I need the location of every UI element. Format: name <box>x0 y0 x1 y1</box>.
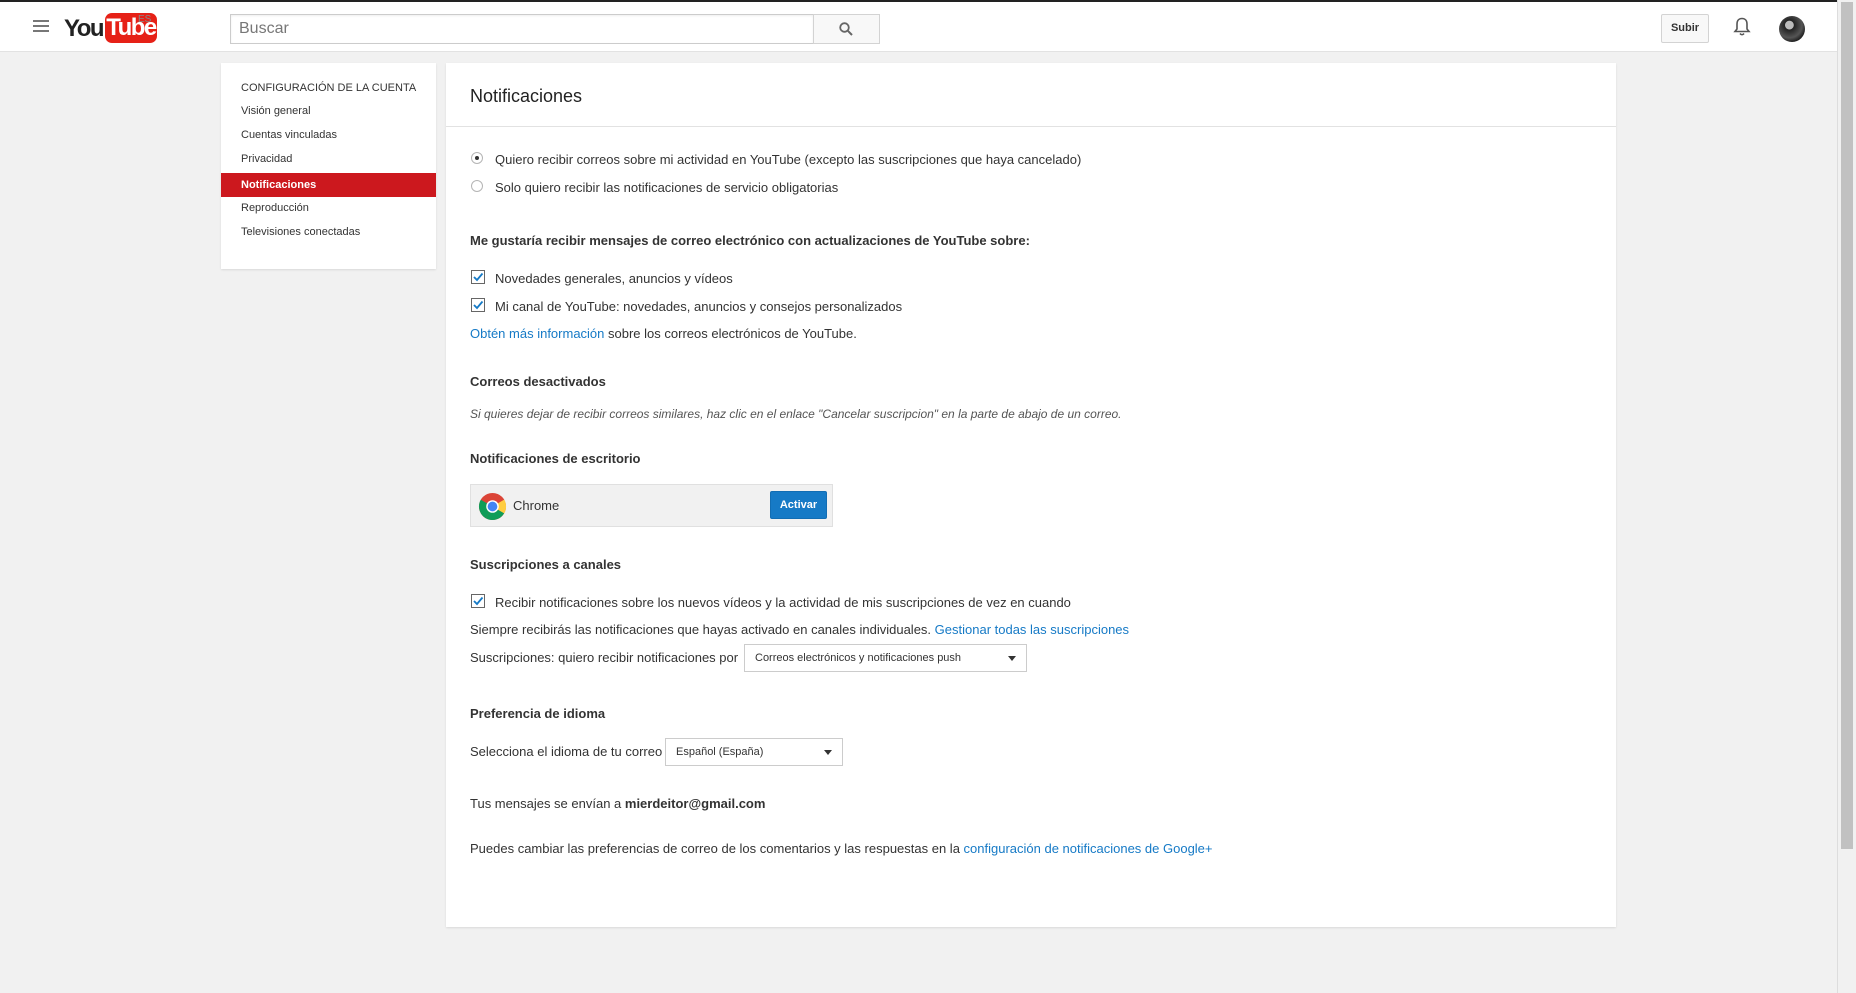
search-icon <box>839 22 853 36</box>
chevron-down-icon <box>824 750 832 755</box>
checkmark-icon <box>473 596 484 606</box>
logo-region: ES <box>138 14 152 25</box>
page-scrollbar[interactable] <box>1837 0 1856 993</box>
checkbox-my-channel[interactable] <box>471 298 485 312</box>
disabled-emails-heading: Correos desactivados <box>470 374 606 389</box>
subscriptions-always-text: Siempre recibirás las notificaciones que… <box>470 622 935 637</box>
more-info-rest: sobre los correos electrónicos de YouTub… <box>604 326 857 341</box>
panel-header: Notificaciones <box>446 63 1616 127</box>
sidebar-item-overview[interactable]: Visión general <box>221 99 436 123</box>
subscriptions-method-select[interactable]: Correos electrónicos y notificaciones pu… <box>744 644 1027 672</box>
page-title: Notificaciones <box>470 86 583 106</box>
account-settings-sidebar: CONFIGURACIÓN DE LA CUENTA Visión genera… <box>221 63 436 269</box>
subscriptions-always-line: Siempre recibirás las notificaciones que… <box>470 622 1129 637</box>
gplus-text: Puedes cambiar las preferencias de corre… <box>470 841 964 856</box>
notifications-bell-icon[interactable] <box>1733 17 1751 42</box>
desktop-notifications-heading: Notificaciones de escritorio <box>470 451 641 466</box>
more-info-line: Obtén más información sobre los correos … <box>470 326 857 341</box>
sent-to-text: Tus mensajes se envían a <box>470 796 625 811</box>
chrome-notification-row: Chrome Activar <box>470 484 833 527</box>
subscriptions-heading: Suscripciones a canales <box>470 557 622 572</box>
checkmark-icon <box>473 300 484 310</box>
language-select[interactable]: Español (España) <box>665 738 843 766</box>
updates-heading: Me gustaría recibir mensajes de correo e… <box>470 233 1030 248</box>
radio-activity-emails-label[interactable]: Quiero recibir correos sobre mi activida… <box>495 152 1081 167</box>
notifications-panel: Notificaciones Quiero recibir correos so… <box>446 63 1616 927</box>
activate-button[interactable]: Activar <box>770 491 827 519</box>
radio-mandatory-only[interactable] <box>471 180 483 192</box>
chevron-down-icon <box>1008 656 1016 661</box>
sidebar-item-notifications[interactable]: Notificaciones <box>221 173 436 197</box>
sent-to-line: Tus mensajes se envían a mierdeitor@gmai… <box>470 796 765 811</box>
sidebar-item-connected-tvs[interactable]: Televisiones conectadas <box>221 220 436 244</box>
checkbox-general-news[interactable] <box>471 270 485 284</box>
checkbox-subscriptions[interactable] <box>471 594 485 608</box>
chrome-icon <box>478 492 507 521</box>
gplus-line: Puedes cambiar las preferencias de corre… <box>470 841 1213 856</box>
sidebar-item-privacy[interactable]: Privacidad <box>221 147 436 171</box>
search-button[interactable] <box>813 14 880 44</box>
disabled-emails-text: Si quieres dejar de recibir correos simi… <box>470 407 1122 421</box>
manage-subscriptions-link[interactable]: Gestionar todas las suscripciones <box>935 622 1129 637</box>
subscriptions-method-label: Suscripciones: quiero recibir notificaci… <box>470 650 739 665</box>
subscriptions-method-value: Correos electrónicos y notificaciones pu… <box>755 652 962 664</box>
gplus-settings-link[interactable]: configuración de notificaciones de Googl… <box>964 841 1213 856</box>
checkbox-subscriptions-label[interactable]: Recibir notificaciones sobre los nuevos … <box>495 595 1071 610</box>
logo-you-text: You <box>64 15 105 42</box>
search-input[interactable] <box>230 14 814 44</box>
upload-button[interactable]: Subir <box>1661 14 1709 43</box>
sent-to-email: mierdeitor@gmail.com <box>624 796 766 811</box>
language-value: Español (España) <box>676 746 764 758</box>
more-info-link[interactable]: Obtén más información <box>470 326 604 341</box>
checkbox-general-news-label[interactable]: Novedades generales, anuncios y vídeos <box>495 271 733 286</box>
sidebar-item-linked-accounts[interactable]: Cuentas vinculadas <box>221 123 436 147</box>
language-label: Selecciona el idioma de tu correo <box>470 744 663 759</box>
sidebar-item-playback[interactable]: Reproducción <box>221 196 436 220</box>
avatar[interactable] <box>1779 16 1805 42</box>
top-bar: You Tube ES Subir <box>0 0 1837 52</box>
menu-icon[interactable] <box>33 20 49 34</box>
sidebar-title: CONFIGURACIÓN DE LA CUENTA <box>241 82 417 94</box>
chrome-label: Chrome <box>513 498 560 513</box>
radio-activity-emails[interactable] <box>471 152 483 164</box>
language-heading: Preferencia de idioma <box>470 706 606 721</box>
checkmark-icon <box>473 272 484 282</box>
scrollbar-thumb[interactable] <box>1841 2 1853 849</box>
radio-mandatory-only-label[interactable]: Solo quiero recibir las notificaciones d… <box>495 180 838 195</box>
checkbox-my-channel-label[interactable]: Mi canal de YouTube: novedades, anuncios… <box>495 299 902 314</box>
